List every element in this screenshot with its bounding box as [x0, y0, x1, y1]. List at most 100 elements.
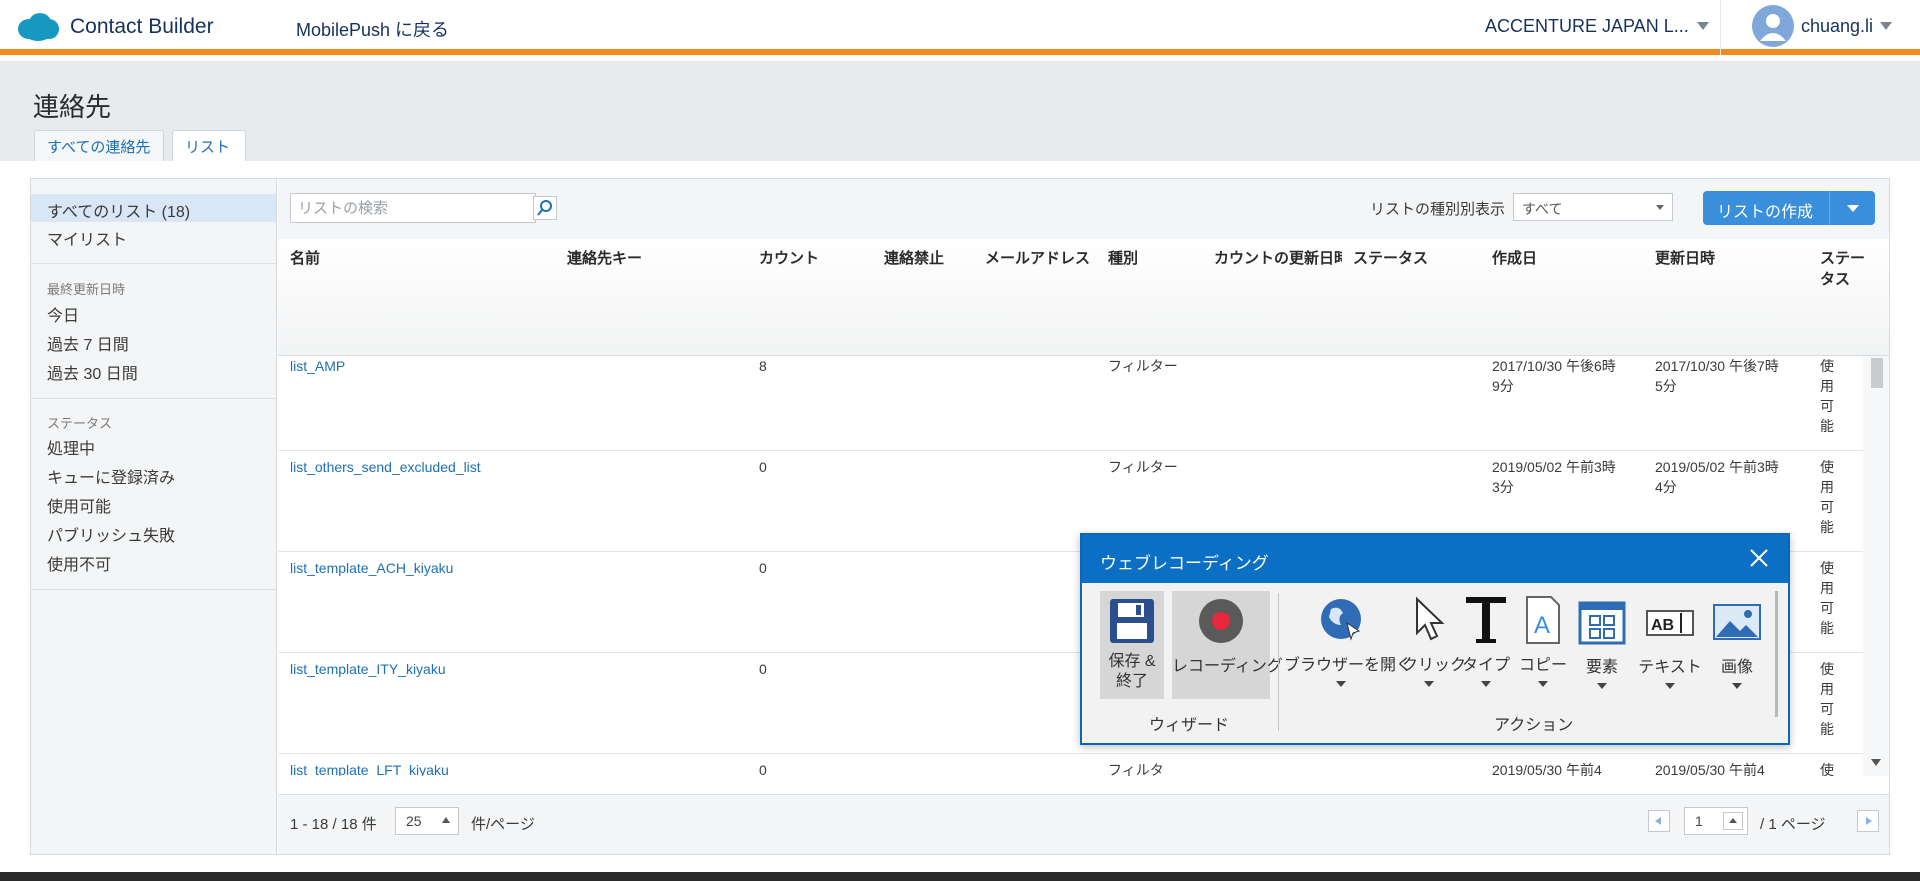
sidebar-item-today[interactable]: 今日 [47, 302, 79, 326]
per-page-select[interactable]: 25 [395, 807, 459, 835]
list-created: 2019/05/30 午前4 [1492, 762, 1602, 776]
sidebar-divider [31, 398, 276, 399]
element-grid-icon [1578, 601, 1626, 645]
text-button[interactable]: AB テキスト [1638, 591, 1702, 699]
search-button[interactable] [533, 196, 557, 220]
chevron-down-icon [1732, 683, 1742, 689]
salesforce-cloud-logo[interactable] [16, 12, 60, 42]
column-header-contact-key[interactable]: 連絡先キー [567, 247, 642, 268]
list-count: 0 [759, 560, 767, 576]
page-title: 連絡先 [33, 92, 112, 122]
actions-group-label: アクション [1494, 717, 1574, 734]
copy-label: コピー [1518, 657, 1567, 674]
svg-text:A: A [1534, 612, 1550, 639]
next-page-button[interactable] [1857, 810, 1879, 832]
sidebar-item-my-lists[interactable]: マイリスト [47, 226, 127, 250]
sidebar-item-unavailable[interactable]: 使用不可 [47, 551, 111, 575]
table-scrollbar[interactable] [1863, 356, 1889, 776]
sidebar-item-publish-failed[interactable]: パブリッシュ失敗 [47, 522, 175, 546]
user-icon [1760, 14, 1786, 41]
column-header-status-2[interactable]: ステータス [1820, 247, 1868, 289]
save-and-exit-button[interactable]: 保存 & 終了 [1100, 591, 1164, 699]
click-button[interactable]: クリック [1402, 591, 1467, 699]
create-list-dropdown-button[interactable] [1829, 191, 1875, 225]
sidebar-item-processing[interactable]: 処理中 [47, 435, 95, 459]
element-button[interactable]: 要素 [1574, 591, 1630, 699]
chevron-down-icon [1538, 681, 1548, 687]
list-name-link[interactable]: list_AMP [290, 356, 345, 376]
app-name[interactable]: Contact Builder [70, 15, 214, 39]
ribbon-scrollbar[interactable] [1775, 591, 1778, 717]
chevron-down-icon[interactable] [1880, 22, 1892, 30]
sidebar-divider [31, 263, 276, 264]
type-button[interactable]: タイプ [1462, 591, 1510, 699]
recording-label: レコーディング [1172, 658, 1283, 675]
image-label: 画像 [1720, 659, 1753, 676]
column-header-email[interactable]: メールアドレス [985, 247, 1090, 268]
list-name-link[interactable]: list_template_LFT_kiyaku [290, 760, 449, 776]
click-label: クリック [1402, 657, 1467, 674]
tab-lists[interactable]: リスト [172, 130, 246, 161]
column-header-updated[interactable]: 更新日時 [1655, 247, 1715, 268]
text-label: テキスト [1638, 659, 1702, 676]
list-name-link[interactable]: list_others_send_excluded_list [290, 457, 481, 477]
list-status: 使用可能 [1820, 560, 1834, 636]
web-recording-dialog: ウェブレコーディング 保存 & 終了 レコーディング ウィザード ブラウザーを開… [1080, 533, 1790, 745]
sidebar-item-available[interactable]: 使用可能 [47, 493, 111, 517]
sidebar-item-queued[interactable]: キューに登録済み [47, 464, 175, 488]
sidebar-item-last-30-days[interactable]: 過去 30 日間 [47, 360, 138, 384]
sidebar-item-last-7-days[interactable]: 過去 7 日間 [47, 331, 129, 355]
recording-button[interactable]: レコーディング [1172, 591, 1283, 699]
user-avatar[interactable] [1752, 5, 1794, 47]
create-list-button[interactable]: リストの作成 [1703, 191, 1829, 225]
open-browser-button[interactable]: ブラウザーを開く [1284, 591, 1413, 699]
column-header-count[interactable]: カウント [759, 247, 819, 268]
scroll-down-icon[interactable] [1871, 759, 1881, 766]
chevron-down-icon [1665, 683, 1675, 689]
ribbon-divider [1278, 593, 1279, 731]
type-label: タイプ [1462, 657, 1511, 674]
column-header-type[interactable]: 種別 [1108, 247, 1138, 268]
lists-content: リストの種別別表示 すべて リストの作成 名前 連絡先キー カウント 連絡禁止 … [278, 179, 1889, 854]
list-type-filter-select[interactable]: すべて [1513, 193, 1673, 221]
copy-document-icon: A [1526, 596, 1560, 644]
column-header-count-updated[interactable]: カウントの更新日時 [1214, 247, 1342, 268]
list-type: フィルター [1108, 358, 1178, 374]
sidebar-item-all-lists[interactable]: すべてのリスト (18) [47, 198, 190, 222]
copy-button[interactable]: A コピー [1518, 591, 1568, 699]
list-count: 0 [759, 459, 767, 475]
previous-page-button[interactable] [1648, 810, 1670, 832]
scrollbar-thumb[interactable] [1871, 358, 1883, 388]
search-input[interactable] [291, 194, 531, 222]
result-range: 1 - 18 / 18 件 [290, 816, 377, 833]
back-to-mobilepush-link[interactable]: MobilePush に戻る [296, 16, 449, 42]
image-button[interactable]: 画像 [1708, 591, 1766, 699]
org-switcher[interactable]: ACCENTURE JAPAN L... [1485, 16, 1689, 37]
column-header-name[interactable]: 名前 [290, 247, 320, 268]
image-icon [1713, 604, 1761, 640]
list-type: フィルター [1108, 459, 1178, 475]
recorder-ribbon: 保存 & 終了 レコーディング ウィザード ブラウザーを開く クリック タイプ … [1082, 583, 1788, 743]
chevron-up-icon [442, 817, 450, 823]
list-type: フィルタ [1108, 762, 1164, 776]
close-icon[interactable] [1748, 547, 1770, 569]
chevron-down-icon[interactable] [1697, 22, 1709, 30]
header-divider [1720, 0, 1721, 55]
tab-all-contacts[interactable]: すべての連絡先 [34, 130, 164, 161]
column-header-status[interactable]: ステータス [1353, 247, 1428, 268]
chevron-down-icon [1336, 681, 1346, 687]
column-header-created[interactable]: 作成日 [1492, 247, 1537, 268]
column-header-do-not-contact[interactable]: 連絡禁止 [884, 247, 944, 268]
record-icon [1199, 599, 1243, 643]
open-browser-label: ブラウザーを開く [1284, 657, 1413, 674]
list-toolbar: リストの種別別表示 すべて リストの作成 [278, 179, 1889, 239]
list-name-link[interactable]: list_template_ITY_kiyaku [290, 659, 446, 679]
list-status: 使用可能 [1820, 661, 1834, 737]
list-created: 2019/05/02 午前3時3分 [1492, 459, 1616, 495]
user-menu[interactable]: chuang.li [1801, 16, 1873, 37]
save-icon [1110, 599, 1154, 643]
chevron-down-icon [1847, 205, 1859, 212]
list-name-link[interactable]: list_template_ACH_kiyaku [290, 558, 453, 578]
page-number-input[interactable]: 1 [1684, 807, 1748, 835]
page-spinner-icon[interactable] [1723, 812, 1743, 830]
